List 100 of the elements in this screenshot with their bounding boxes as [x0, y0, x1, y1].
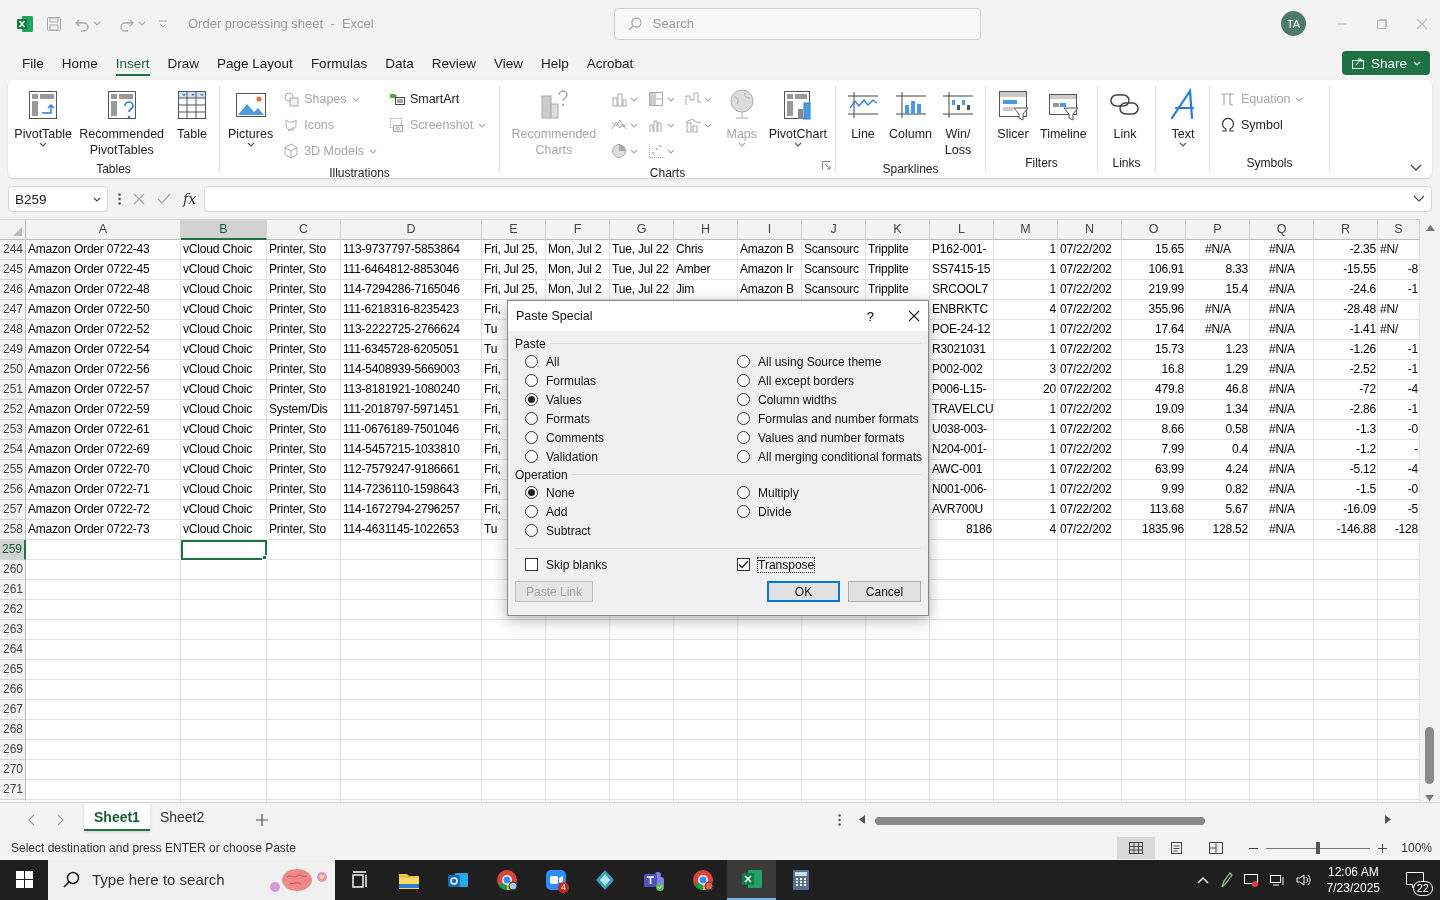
heading-cell[interactable]: D	[341, 220, 482, 241]
row-number[interactable]: 251	[0, 380, 26, 401]
sheet-tab[interactable]: Sheet1	[84, 802, 150, 831]
row-number[interactable]: 270	[0, 760, 26, 781]
taskbar-app[interactable]: 4	[531, 860, 580, 900]
ribbon-button[interactable]: Text	[1160, 86, 1206, 150]
ribbon-button[interactable]: Link	[1102, 86, 1148, 145]
more-icon[interactable]	[118, 193, 121, 206]
insert-function-button[interactable]: fx	[183, 191, 197, 208]
option-label[interactable]: All	[546, 354, 560, 369]
ribbon-button[interactable]: Recommended PivotTables	[74, 86, 169, 161]
slider-thumb[interactable]	[1316, 842, 1321, 855]
dialog-launcher-icon[interactable]	[822, 161, 831, 171]
radio-button[interactable]	[737, 374, 750, 387]
volume-icon[interactable]	[1294, 872, 1311, 888]
ribbon-tab[interactable]: Insert	[106, 49, 159, 77]
option-label[interactable]: Add	[546, 504, 568, 519]
ribbon-button[interactable]: PivotChart	[764, 86, 831, 150]
ribbon-tab[interactable]: Page Layout	[208, 49, 302, 77]
row-number[interactable]: 264	[0, 640, 26, 661]
row-number[interactable]: 262	[0, 600, 26, 621]
sheet-tab[interactable]: Sheet2	[149, 802, 215, 831]
horizontal-scrollbar[interactable]	[859, 813, 1392, 826]
close-icon[interactable]	[908, 310, 920, 322]
scroll-thumb[interactable]	[875, 816, 1206, 825]
account-avatar[interactable]: TA	[1281, 11, 1306, 37]
heading-cell[interactable]: P	[1186, 220, 1250, 241]
next-sheet-icon[interactable]	[57, 813, 64, 826]
heading-cell[interactable]: H	[674, 220, 738, 241]
heading-cell[interactable]: K	[866, 220, 930, 241]
option-label[interactable]: Transpose	[758, 557, 815, 572]
help-button[interactable]: ?	[860, 307, 880, 325]
row-number[interactable]: 249	[0, 340, 26, 361]
row-number[interactable]: 267	[0, 700, 26, 721]
ribbon-button[interactable]: Slicer	[990, 86, 1036, 145]
ribbon-tab[interactable]: Home	[52, 49, 107, 77]
row-number[interactable]: 252	[0, 400, 26, 421]
notifications-button[interactable]: 22	[1396, 863, 1434, 897]
radio-button[interactable]	[525, 524, 538, 537]
row-number[interactable]: 254	[0, 440, 26, 461]
row-number[interactable]: 260	[0, 560, 26, 581]
option-label[interactable]: Subtract	[546, 523, 591, 538]
radio-button[interactable]	[737, 412, 750, 425]
radio-button[interactable]	[525, 450, 538, 463]
heading-cell[interactable]: M	[994, 220, 1058, 241]
name-box[interactable]: B259	[8, 186, 108, 213]
dialog-button[interactable]: Cancel	[848, 581, 921, 602]
dialog-button[interactable]: OK	[767, 581, 840, 602]
option-label[interactable]: All merging conditional formats	[758, 449, 923, 464]
option-label[interactable]: Formulas	[546, 373, 596, 388]
check-icon[interactable]	[157, 193, 171, 206]
heading-cell[interactable]: N	[1058, 220, 1122, 241]
option-label[interactable]: Divide	[758, 504, 792, 519]
heading-cell[interactable]: E	[482, 220, 546, 241]
row-number[interactable]: 266	[0, 680, 26, 701]
option-label[interactable]: Formats	[546, 411, 590, 426]
option-label[interactable]: Comments	[546, 430, 604, 445]
expand-icon[interactable]	[1413, 195, 1425, 204]
monitor-alert-icon[interactable]	[1242, 872, 1259, 888]
ribbon-button[interactable]: Line	[840, 86, 886, 145]
row-number[interactable]: 256	[0, 480, 26, 501]
row-number[interactable]: 271	[0, 780, 26, 801]
ribbon-tab[interactable]: Acrobat	[577, 49, 643, 77]
collapse-ribbon-icon[interactable]	[1410, 164, 1422, 173]
heading-cell[interactable]: R	[1314, 220, 1378, 241]
row-number[interactable]: 248	[0, 320, 26, 341]
row-number[interactable]: 263	[0, 620, 26, 641]
option-label[interactable]: Multiply	[758, 485, 799, 500]
ribbon-tab[interactable]: Review	[422, 49, 485, 77]
radio-button[interactable]	[737, 393, 750, 406]
option-label[interactable]: Values and number formats	[758, 430, 905, 445]
heading-cell[interactable]: S	[1378, 220, 1420, 241]
row-number[interactable]: 259	[0, 540, 26, 561]
ribbon-button[interactable]: Pictures	[224, 86, 278, 150]
view-button[interactable]	[1117, 837, 1156, 860]
heading-cell[interactable]: O	[1122, 220, 1186, 241]
heading-cell[interactable]: I	[738, 220, 802, 241]
ribbon-button[interactable]: Timeline	[1036, 86, 1091, 145]
ribbon-button[interactable]: Column	[886, 86, 935, 145]
fill-handle[interactable]	[262, 555, 267, 561]
ribbon-tab[interactable]: File	[13, 49, 53, 77]
share-button[interactable]: Share	[1341, 51, 1430, 76]
clock[interactable]: 12:06 AM 7/23/2025	[1320, 864, 1386, 896]
previous-sheet-icon[interactable]	[28, 813, 35, 826]
row-number[interactable]: 265	[0, 660, 26, 681]
heading-cell[interactable]: F	[546, 220, 610, 241]
network-icon[interactable]	[1268, 872, 1285, 888]
taskbar-app[interactable]	[727, 860, 776, 900]
radio-button[interactable]	[525, 374, 538, 387]
radio-button[interactable]	[525, 431, 538, 444]
option-label[interactable]: All except borders	[758, 373, 855, 388]
ribbon-tab[interactable]: View	[484, 49, 532, 77]
row-number[interactable]: 253	[0, 420, 26, 441]
zoom-in-icon[interactable]	[1378, 843, 1388, 853]
option-label[interactable]: None	[546, 485, 575, 500]
zoom-level[interactable]: 100%	[1401, 841, 1432, 856]
option-label[interactable]: Validation	[546, 449, 598, 464]
radio-button[interactable]	[525, 393, 538, 406]
row-number[interactable]: 255	[0, 460, 26, 481]
option-label[interactable]: Skip blanks	[546, 557, 608, 572]
